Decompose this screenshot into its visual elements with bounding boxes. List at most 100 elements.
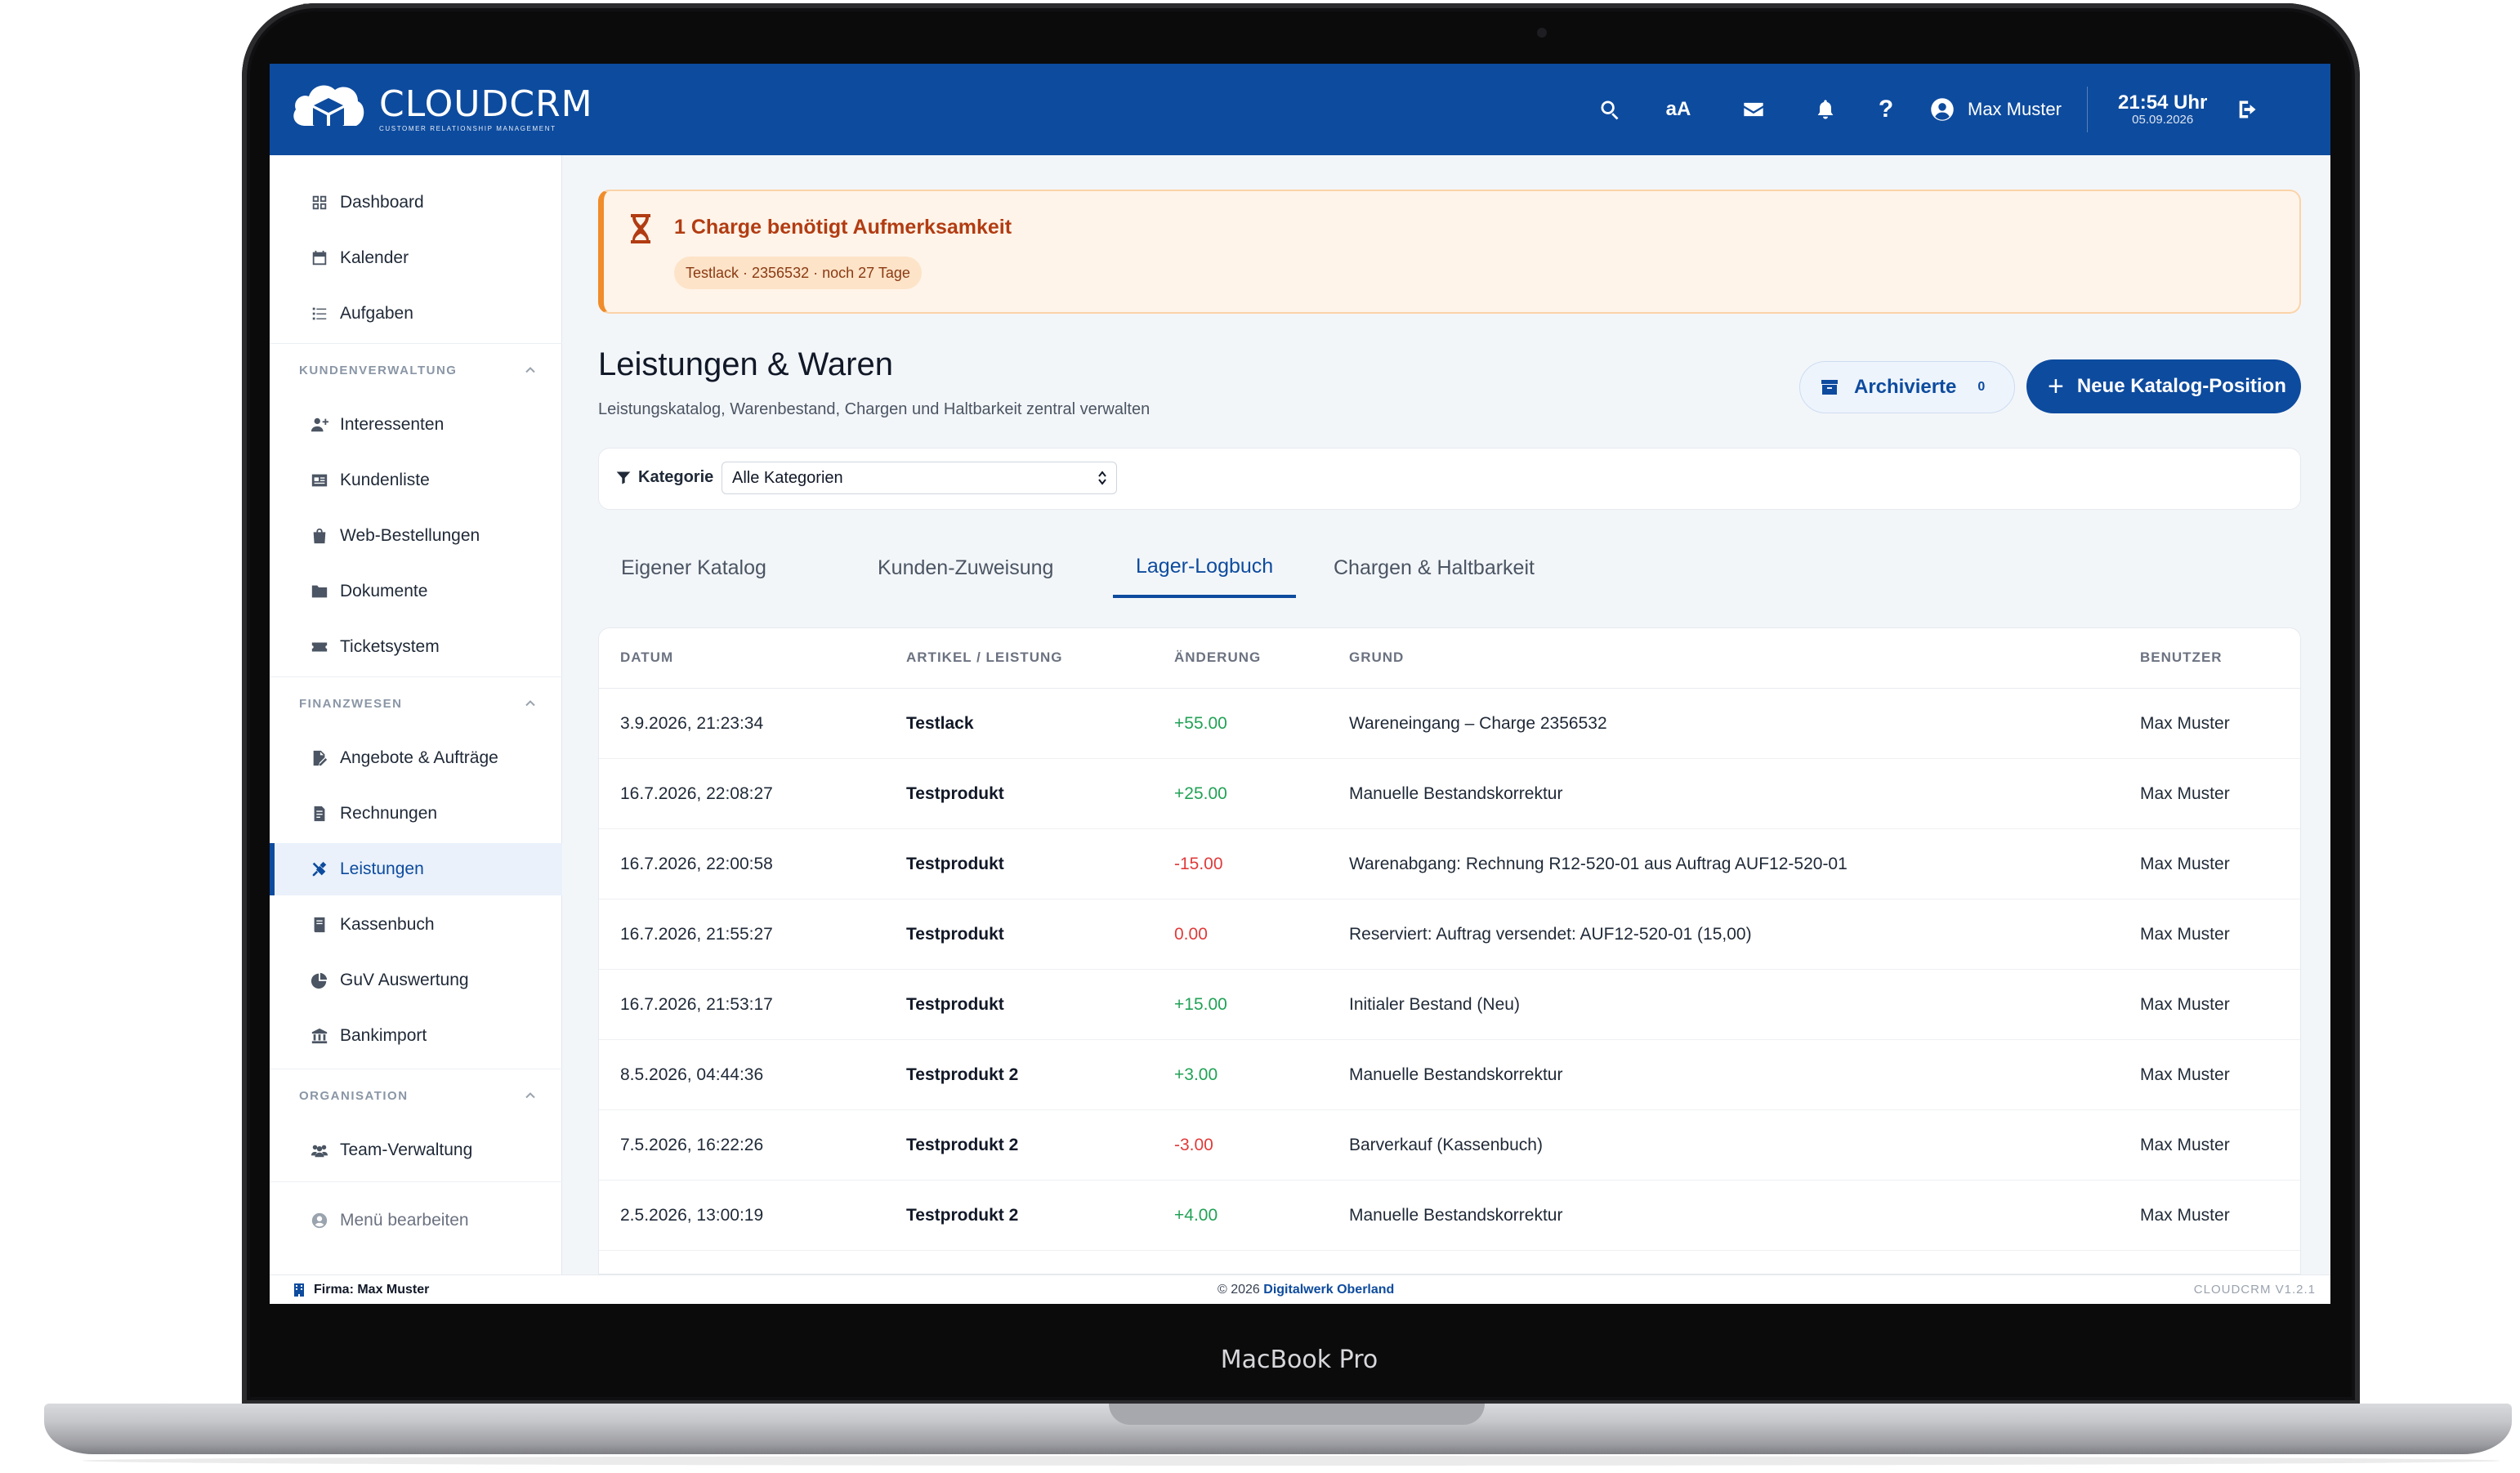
alert-charge-chip[interactable]: Testlack · 2356532 · noch 27 Tage xyxy=(674,257,922,289)
sidebar-item-label: Aufgaben xyxy=(340,304,413,323)
grid-icon xyxy=(312,195,327,210)
sidebar-item-label: Angebote & Aufträge xyxy=(340,748,498,767)
column-header-date[interactable]: DATUM xyxy=(620,649,673,666)
sidebar-item-label: Kalender xyxy=(340,248,409,267)
cell-item: Testprodukt xyxy=(906,925,1004,944)
column-header-item[interactable]: ARTIKEL / LEISTUNG xyxy=(906,649,1062,666)
logo-tagline: CUSTOMER RELATIONSHIP MANAGEMENT xyxy=(379,125,556,132)
cell-user: Max Muster xyxy=(2140,855,2230,873)
sidebar-item-kassenbuch[interactable]: Kassenbuch xyxy=(270,899,562,951)
section-title: KUNDENVERWALTUNG xyxy=(299,363,458,377)
sidebar-item-dokumente[interactable]: Dokumente xyxy=(270,565,562,618)
tab-eigener-katalog[interactable]: Eigener Katalog xyxy=(598,538,789,598)
cell-date: 7.5.2026, 16:22:26 xyxy=(620,1136,764,1154)
cell-item: Testprodukt xyxy=(906,995,1004,1014)
bell-icon[interactable] xyxy=(1809,93,1842,126)
section-header-kundenverwaltung[interactable]: KUNDENVERWALTUNG xyxy=(299,358,536,382)
archived-button[interactable]: Archivierte 0 xyxy=(1799,361,2015,413)
app-screen: CLOUDCRM CUSTOMER RELATIONSHIP MANAGEMEN… xyxy=(270,64,2330,1304)
chevron-up-icon xyxy=(525,367,535,373)
cell-date: 8.5.2026, 04:44:36 xyxy=(620,1065,764,1084)
section-header-organisation[interactable]: ORGANISATION xyxy=(299,1083,536,1108)
sidebar-item-dashboard[interactable]: Dashboard xyxy=(270,176,562,229)
cell-reason: Manuelle Bestandskorrektur xyxy=(1349,1206,1563,1225)
sidebar-item-label: Bankimport xyxy=(340,1026,427,1045)
sidebar-item-ticketsystem[interactable]: Ticketsystem xyxy=(270,621,562,673)
search-icon[interactable] xyxy=(1593,93,1626,126)
folder-icon xyxy=(311,585,328,598)
font-size-icon[interactable]: aA xyxy=(1662,93,1695,126)
category-select-value: Alle Kategorien xyxy=(732,468,843,487)
cell-change: -15.00 xyxy=(1174,855,1223,873)
cell-change: +55.00 xyxy=(1174,714,1227,733)
sidebar-item-label: Leistungen xyxy=(340,859,424,878)
sidebar-item-bankimport[interactable]: Bankimport xyxy=(270,1010,562,1062)
section-header-finanzwesen[interactable]: FINANZWESEN xyxy=(299,691,536,716)
cell-item: Testprodukt 2 xyxy=(906,1136,1019,1154)
select-arrows-icon xyxy=(1098,471,1106,485)
table-row[interactable]: 16.7.2026, 21:53:17 Testprodukt +15.00 Init… xyxy=(599,970,2300,1040)
tools-icon xyxy=(312,861,327,877)
sidebar-item-kalender[interactable]: Kalender xyxy=(270,232,562,284)
tab-chargen-haltbarkeit[interactable]: Chargen & Haltbarkeit xyxy=(1311,538,1557,598)
tab-kunden-zuweisung[interactable]: Kunden-Zuweisung xyxy=(855,538,1076,598)
cell-user: Max Muster xyxy=(2140,1206,2230,1225)
sidebar-item-guv[interactable]: GuV Auswertung xyxy=(270,954,562,1007)
cell-reason: Manuelle Bestandskorrektur xyxy=(1349,1065,1563,1084)
table-header: DATUM ARTIKEL / LEISTUNG ÄNDERUNG GRUND … xyxy=(599,628,2300,689)
device-label: MacBook Pro xyxy=(1220,1346,1378,1374)
cell-date: 2.5.2026, 13:00:19 xyxy=(620,1206,764,1225)
list-icon xyxy=(312,307,327,320)
new-catalog-position-button[interactable]: + Neue Katalog-Position xyxy=(2026,359,2301,413)
company-name: Firma: Max Muster xyxy=(314,1283,430,1297)
column-header-change[interactable]: ÄNDERUNG xyxy=(1174,649,1261,666)
sidebar-item-kundenliste[interactable]: Kundenliste xyxy=(270,454,562,507)
table-row[interactable]: 7.5.2026, 16:22:26 Testprodukt 2 -3.00 Barv… xyxy=(599,1110,2300,1181)
sidebar-item-web-bestellungen[interactable]: Web-Bestellungen xyxy=(270,510,562,562)
copyright-link[interactable]: Digitalwerk Oberland xyxy=(1263,1283,1394,1297)
edit-menu-button[interactable]: Menü bearbeiten xyxy=(270,1194,562,1247)
ticket-icon xyxy=(311,642,328,652)
cell-item: Testprodukt xyxy=(906,784,1004,803)
cell-change: 0.00 xyxy=(1174,925,1208,944)
shopping-bag-icon xyxy=(313,528,326,544)
tab-lager-logbuch[interactable]: Lager-Logbuch xyxy=(1113,538,1297,598)
sidebar-divider xyxy=(270,1181,562,1182)
sidebar-item-label: GuV Auswertung xyxy=(340,971,469,989)
table-row[interactable]: 8.5.2026, 04:44:36 Testprodukt 2 +3.00 Manu… xyxy=(599,1040,2300,1110)
cell-reason: Reserviert: Auftrag versendet: AUF12-520… xyxy=(1349,925,1752,944)
mail-icon[interactable] xyxy=(1737,93,1770,126)
table-row[interactable]: 16.7.2026, 22:00:58 Testprodukt -15.00 Ware… xyxy=(599,829,2300,899)
user-menu[interactable]: Max Muster xyxy=(1930,97,2062,122)
cell-date: 16.7.2026, 22:08:27 xyxy=(620,784,773,803)
sidebar-item-aufgaben[interactable]: Aufgaben xyxy=(270,288,562,340)
laptop-shadow xyxy=(82,1456,2500,1466)
column-header-user[interactable]: BENUTZER xyxy=(2140,649,2223,666)
sidebar-item-team-verwaltung[interactable]: Team-Verwaltung xyxy=(270,1124,562,1176)
cell-user: Max Muster xyxy=(2140,1065,2230,1084)
table-row[interactable]: 2.5.2026, 13:00:19 Testprodukt 2 +4.00 Manu… xyxy=(599,1181,2300,1251)
cell-date: 16.7.2026, 21:53:17 xyxy=(620,995,773,1014)
cell-change: +25.00 xyxy=(1174,784,1227,803)
calendar-icon xyxy=(312,250,327,266)
table-row[interactable]: 16.7.2026, 22:08:27 Testprodukt +25.00 Manu… xyxy=(599,759,2300,829)
help-icon[interactable]: ? xyxy=(1870,93,1902,126)
cell-date: 16.7.2026, 21:55:27 xyxy=(620,925,773,944)
sidebar-item-angebote[interactable]: Angebote & Aufträge xyxy=(270,732,562,784)
sidebar-item-leistungen[interactable]: Leistungen xyxy=(270,843,562,895)
cell-reason: Warenabgang: Rechnung R12-520-01 aus Auf… xyxy=(1349,855,1848,873)
hourglass-icon xyxy=(631,214,650,243)
table-row[interactable]: 16.7.2026, 21:55:27 Testprodukt 0.00 Reserv… xyxy=(599,899,2300,970)
logout-icon[interactable] xyxy=(2231,93,2263,126)
sidebar-item-rechnungen[interactable]: Rechnungen xyxy=(270,788,562,840)
column-header-reason[interactable]: GRUND xyxy=(1349,649,1404,666)
app-footer: Firma: Max Muster © 2026 Digitalwerk Obe… xyxy=(270,1274,2330,1304)
topbar-divider xyxy=(2087,87,2088,132)
section-title: FINANZWESEN xyxy=(299,696,403,711)
sidebar-item-interessenten[interactable]: Interessenten xyxy=(270,399,562,451)
category-select[interactable]: Alle Kategorien xyxy=(722,462,1117,494)
camera-dot xyxy=(1537,28,1547,38)
table-row[interactable]: 3.9.2026, 21:23:34 Testlack +55.00 Warenein… xyxy=(599,689,2300,759)
sidebar-divider xyxy=(270,676,562,677)
app-logo[interactable]: CLOUDCRM CUSTOMER RELATIONSHIP MANAGEMEN… xyxy=(289,77,593,142)
